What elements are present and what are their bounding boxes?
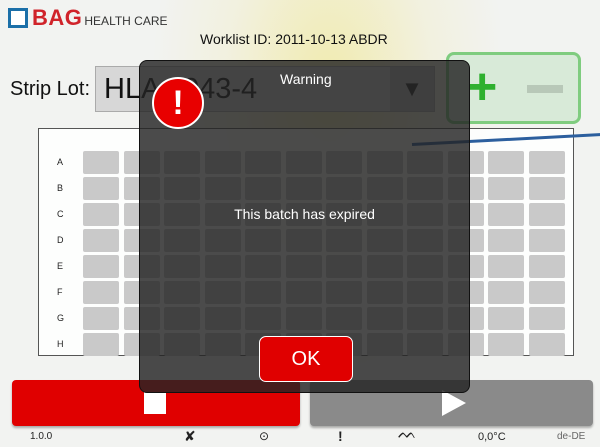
- warning-icon: !: [152, 77, 204, 129]
- logo-mark-icon: [8, 8, 28, 28]
- plate-row-label: B: [57, 183, 64, 193]
- plate-well[interactable]: [83, 229, 119, 252]
- plate-well[interactable]: [528, 281, 565, 304]
- wrench-icon[interactable]: ✘: [184, 428, 196, 445]
- warning-dialog: Warning ! This batch has expired OK: [139, 60, 470, 393]
- plate-well[interactable]: [488, 281, 524, 304]
- status-bar: 1.0.0 ✘ ⊙ ! ᨓ 0,0°C de-DE: [0, 425, 600, 447]
- signal-icon: ᨓ: [398, 425, 418, 442]
- plate-well[interactable]: [528, 151, 565, 174]
- plate-well[interactable]: [83, 307, 119, 330]
- stop-icon: [144, 392, 166, 414]
- plate-row-label: E: [57, 261, 64, 271]
- plate-row-label: F: [57, 287, 63, 297]
- plate-row-label: G: [57, 313, 65, 323]
- dialog-title: Warning: [280, 71, 332, 87]
- plate-row-label: H: [57, 339, 64, 349]
- plate-well[interactable]: [488, 203, 524, 226]
- ok-button[interactable]: OK: [259, 336, 353, 382]
- plate-well[interactable]: [528, 203, 565, 226]
- temperature-text: 0,0°C: [478, 431, 506, 443]
- plate-well[interactable]: [83, 151, 119, 174]
- logo-bag-text: BAG: [32, 5, 83, 30]
- plus-icon[interactable]: +: [467, 61, 497, 113]
- plate-well[interactable]: [528, 307, 565, 330]
- plate-well[interactable]: [488, 307, 524, 330]
- logo-subtitle: HEALTH CARE: [84, 14, 168, 28]
- plate-well[interactable]: [83, 203, 119, 226]
- plate-well[interactable]: [488, 177, 524, 200]
- connection-icon[interactable]: ⊙: [259, 429, 269, 443]
- plate-well[interactable]: [83, 177, 119, 200]
- plate-well[interactable]: [488, 229, 524, 252]
- minus-icon[interactable]: [527, 85, 563, 93]
- plate-row-label: A: [57, 157, 64, 167]
- play-icon: [442, 390, 466, 416]
- plate-well[interactable]: [488, 255, 524, 278]
- plate-well[interactable]: [488, 151, 524, 174]
- worklist-id: Worklist ID: 2011-10-13 ABDR: [200, 31, 388, 47]
- strip-lot-label: Strip Lot:: [10, 78, 91, 100]
- plate-well[interactable]: [528, 255, 565, 278]
- plate-well[interactable]: [488, 333, 524, 356]
- plate-well[interactable]: [83, 333, 119, 356]
- dialog-message: This batch has expired: [234, 206, 375, 222]
- plate-row-label: D: [57, 235, 64, 245]
- plate-well[interactable]: [528, 333, 565, 356]
- bag-logo: BAG HEALTH CARE: [8, 5, 168, 31]
- plate-well[interactable]: [83, 255, 119, 278]
- plate-well[interactable]: [528, 229, 565, 252]
- plate-row-label: C: [57, 209, 64, 219]
- version-text: 1.0.0: [30, 431, 53, 442]
- plate-well[interactable]: [83, 281, 119, 304]
- plate-well[interactable]: [528, 177, 565, 200]
- locale-text: de-DE: [557, 431, 586, 442]
- alert-icon[interactable]: !: [338, 428, 343, 444]
